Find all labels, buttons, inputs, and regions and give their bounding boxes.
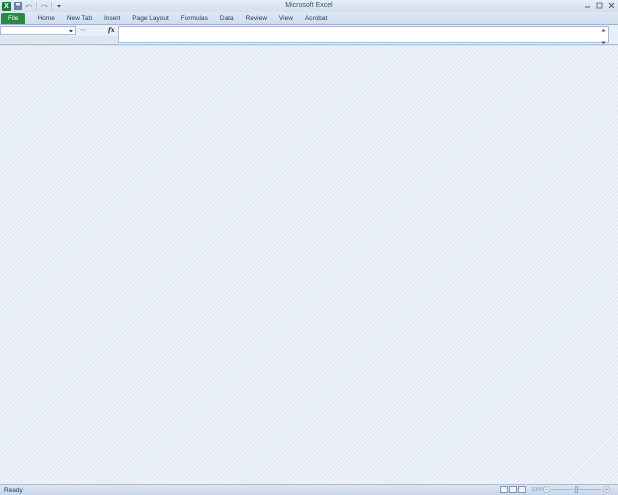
formula-bar: fx [0, 25, 618, 45]
ribbon-tabs-bar: File Home New Tab Insert Page Layout For… [0, 12, 618, 34]
tab-page-layout[interactable]: Page Layout [126, 13, 175, 24]
ribbon-tabs: Home New Tab Insert Page Layout Formulas… [31, 13, 333, 24]
name-box-area [0, 36, 118, 44]
chevron-up-icon[interactable] [601, 28, 606, 32]
tab-acrobat[interactable]: Acrobat [299, 13, 333, 24]
save-icon[interactable] [14, 2, 22, 10]
customize-toolbar-chevron-down-icon[interactable] [55, 2, 63, 10]
status-text: Ready [4, 486, 23, 494]
tab-review[interactable]: Review [240, 13, 273, 24]
tab-file[interactable]: File [1, 12, 26, 24]
zoom-in-icon[interactable] [603, 486, 610, 493]
toolbar-separator [36, 2, 37, 10]
close-icon[interactable] [607, 1, 616, 10]
tab-insert[interactable]: Insert [98, 13, 126, 24]
page-break-preview-icon[interactable] [518, 486, 526, 493]
view-buttons [500, 486, 526, 493]
window-title: Microsoft Excel [285, 2, 333, 9]
undo-icon[interactable] [25, 2, 33, 10]
excel-logo-icon[interactable]: X [2, 1, 11, 11]
status-bar: Ready 100% [0, 484, 618, 495]
redo-icon[interactable] [40, 2, 48, 10]
formula-bar-expand [600, 28, 607, 45]
title-bar: X Microsoft Excel [0, 0, 618, 12]
tab-new-tab[interactable]: New Tab [61, 13, 98, 24]
name-box-chevron-down-icon[interactable] [68, 28, 74, 34]
quick-access-toolbar [14, 2, 63, 10]
tab-home[interactable]: Home [31, 13, 60, 24]
formula-bar-grip-icon[interactable] [80, 28, 86, 32]
window-controls [583, 1, 616, 10]
empty-workbook-area [0, 46, 618, 484]
formula-controls: fx [78, 26, 118, 35]
tab-data[interactable]: Data [214, 13, 240, 24]
chevron-down-icon[interactable] [601, 41, 606, 45]
maximize-icon[interactable] [595, 1, 604, 10]
minimize-icon[interactable] [583, 1, 592, 10]
page-layout-view-icon[interactable] [509, 486, 517, 493]
formula-input[interactable] [118, 26, 609, 45]
normal-view-icon[interactable] [500, 486, 508, 493]
insert-function-icon[interactable]: fx [108, 26, 115, 34]
name-box[interactable] [0, 26, 76, 35]
zoom-slider-thumb[interactable] [575, 486, 578, 493]
zoom-out-icon[interactable] [543, 486, 550, 493]
tab-view[interactable]: View [273, 13, 299, 24]
toolbar-separator [51, 2, 52, 10]
tab-formulas[interactable]: Formulas [175, 13, 214, 24]
